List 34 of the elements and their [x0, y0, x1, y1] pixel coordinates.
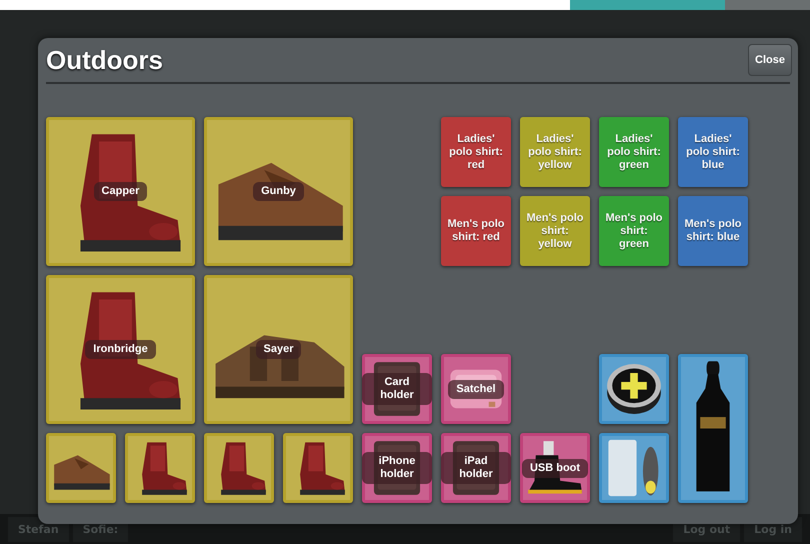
product-name: Men's polo shirt: green — [604, 212, 664, 250]
product-name: Ironbridge — [85, 340, 156, 359]
product-name: Men's polo shirt: yellow — [525, 212, 584, 250]
product-name: Ladies' polo shirt: green — [606, 132, 662, 172]
product-tile[interactable]: Ladies' polo shirt: red — [441, 117, 511, 187]
product-name: Ladies' polo shirt: blue — [685, 132, 741, 172]
product-tile[interactable] — [204, 433, 274, 503]
product-tile[interactable]: Ironbridge — [46, 275, 195, 424]
product-name: USB boot — [522, 458, 588, 478]
product-tile[interactable] — [46, 433, 116, 503]
product-tile[interactable]: Sayer — [204, 275, 353, 424]
product-tile[interactable]: Ladies' polo shirt: blue — [678, 117, 748, 187]
product-tile[interactable] — [125, 433, 195, 503]
product-tile[interactable]: Ladies' polo shirt: green — [599, 117, 669, 187]
product-tile[interactable] — [599, 354, 669, 424]
product-name: Capper — [94, 182, 148, 201]
product-tile[interactable] — [599, 433, 669, 503]
product-tile[interactable]: Men's polo shirt: green — [599, 196, 669, 266]
product-tile[interactable]: Capper — [46, 117, 195, 266]
product-tile[interactable]: Men's polo shirt: red — [441, 196, 511, 266]
product-name: Sayer — [256, 340, 302, 359]
dialog-title: Outdoors — [46, 44, 163, 76]
product-name: Gunby — [253, 182, 304, 201]
product-name: Men's polo shirt: red — [446, 218, 506, 244]
product-tile[interactable]: Satchel — [441, 354, 511, 424]
product-name: Ladies' polo shirt: red — [448, 132, 504, 172]
close-button[interactable]: Close — [748, 44, 792, 76]
product-tile[interactable]: Gunby — [204, 117, 353, 266]
product-name: Satchel — [448, 380, 504, 398]
product-tile[interactable]: Men's polo shirt: blue — [678, 196, 748, 266]
product-tile[interactable]: USB boot — [520, 433, 590, 503]
product-name: Ladies' polo shirt: yellow — [527, 132, 583, 172]
product-tile[interactable] — [283, 433, 353, 503]
product-name: Men's polo shirt: blue — [683, 218, 742, 244]
